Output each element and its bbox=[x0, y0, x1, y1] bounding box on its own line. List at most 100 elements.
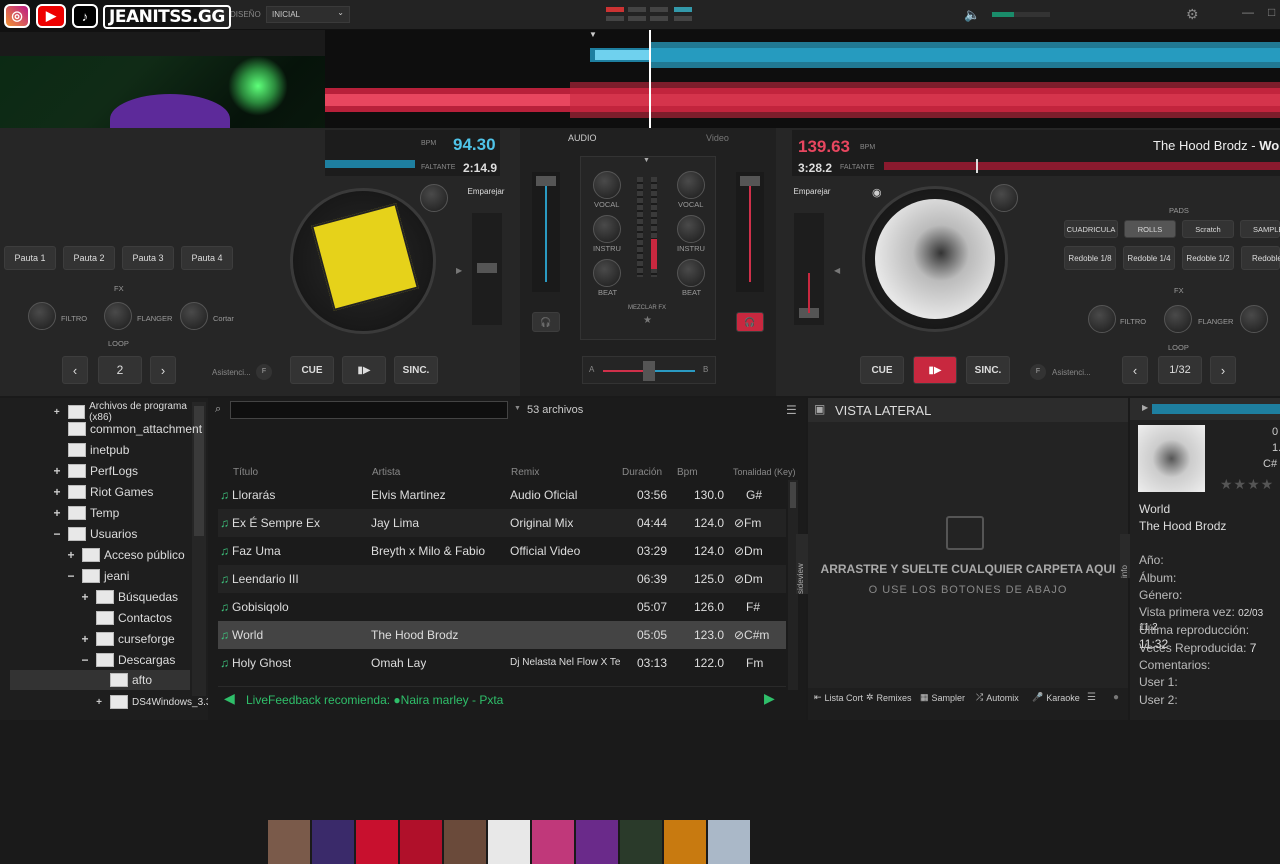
pad-mode-rolls[interactable]: ROLLS bbox=[1124, 220, 1176, 238]
col-title[interactable]: Título bbox=[233, 467, 258, 478]
tree-scrollbar[interactable] bbox=[192, 402, 206, 696]
pad-2[interactable]: Pauta 2 bbox=[63, 246, 115, 270]
tree-item[interactable]: common_attachment bbox=[52, 422, 202, 436]
album-thumbnail[interactable] bbox=[532, 820, 574, 864]
maximize-icon[interactable]: □ bbox=[1268, 5, 1275, 19]
tree-item[interactable]: inetpub bbox=[52, 443, 129, 457]
loop-prev-button[interactable]: ‹ bbox=[1122, 356, 1148, 384]
headphone-right-button[interactable]: 🎧 bbox=[736, 312, 764, 332]
table-row[interactable]: ♫ Holy Ghost Omah Lay Dj Nelasta Nel Flow X… bbox=[218, 649, 786, 677]
col-artist[interactable]: Artista bbox=[372, 467, 400, 478]
rating-stars[interactable]: ★★★★ bbox=[1220, 476, 1274, 493]
album-thumbnail[interactable] bbox=[268, 820, 310, 864]
next-arrow-icon[interactable]: ▶ bbox=[764, 690, 775, 707]
col-key[interactable]: Tonalidad (Key) bbox=[733, 467, 796, 477]
eq-beat-right-knob[interactable] bbox=[677, 259, 705, 287]
match-button[interactable]: Emparejar bbox=[466, 184, 506, 198]
table-row[interactable]: ♫ Leendario III 06:39 125.0 ⊘Dm bbox=[218, 565, 786, 593]
album-thumbnail[interactable] bbox=[400, 820, 442, 864]
album-thumbnail[interactable] bbox=[576, 820, 618, 864]
eq-beat-left-knob[interactable] bbox=[593, 259, 621, 287]
waveform-overview[interactable]: ▼ bbox=[325, 30, 1280, 128]
tab-video[interactable]: Video bbox=[706, 133, 729, 143]
karaoke-button[interactable]: 🎤 Karaoke bbox=[1032, 692, 1080, 703]
pad-4[interactable]: Pauta 4 bbox=[181, 246, 233, 270]
minimize-icon[interactable]: — bbox=[1242, 5, 1254, 19]
tree-item[interactable]: + Archivos de programa (x86) bbox=[52, 401, 208, 423]
table-row[interactable]: ♫ Faz Uma Breyth x Milo & Fabio Official Vi… bbox=[218, 537, 786, 565]
tree-item[interactable]: + PerfLogs bbox=[52, 464, 138, 478]
deck-left-settings-knob[interactable] bbox=[420, 184, 448, 212]
pitch-slider[interactable] bbox=[472, 213, 502, 325]
pad-1[interactable]: Redoble 1/8 bbox=[1064, 246, 1116, 270]
cue-button-right[interactable]: CUE bbox=[860, 356, 904, 384]
cue-button-left[interactable]: CUE bbox=[290, 356, 334, 384]
shortlist-button[interactable]: ⇤ Lista Cort bbox=[814, 692, 863, 703]
pad-1[interactable]: Pauta 1 bbox=[4, 246, 56, 270]
tree-item[interactable]: + Riot Games bbox=[52, 485, 153, 499]
tree-item[interactable]: − Descargas bbox=[80, 653, 175, 667]
album-thumbnail[interactable] bbox=[488, 820, 530, 864]
pad-mode-grid[interactable]: CUADRICULA bbox=[1064, 220, 1118, 238]
tree-item[interactable]: + Búsquedas bbox=[80, 590, 178, 604]
eq-instru-left-knob[interactable] bbox=[593, 215, 621, 243]
loop-next-button[interactable]: › bbox=[1210, 356, 1236, 384]
master-volume-slider[interactable] bbox=[992, 12, 1050, 17]
sync-button-right[interactable]: SINC. bbox=[966, 356, 1010, 384]
eq-instru-right-knob[interactable] bbox=[677, 215, 705, 243]
loop-size[interactable]: 1/32 bbox=[1158, 356, 1202, 384]
gear-icon[interactable]: ⚙ bbox=[1186, 6, 1199, 23]
loop-prev-button[interactable]: ‹ bbox=[62, 356, 88, 384]
tree-item[interactable]: + Temp bbox=[52, 506, 119, 520]
table-row[interactable]: ♫ Llorarás Elvis Martinez Audio Oficial 03:5… bbox=[218, 481, 786, 509]
fx-knob-cut[interactable] bbox=[180, 302, 208, 330]
channel-left-fader[interactable] bbox=[532, 172, 560, 292]
tree-item[interactable]: + Acceso público bbox=[66, 548, 185, 562]
pad-2[interactable]: Redoble 1/4 bbox=[1123, 246, 1175, 270]
tree-item[interactable]: − jeani bbox=[66, 569, 129, 583]
play-button-left[interactable]: ▮▶ bbox=[342, 356, 386, 384]
album-thumbnail[interactable] bbox=[620, 820, 662, 864]
album-thumbnail[interactable] bbox=[356, 820, 398, 864]
search-input[interactable] bbox=[230, 401, 508, 419]
tree-item[interactable]: + curseforge bbox=[80, 632, 175, 646]
dot-icon[interactable]: ● bbox=[1113, 692, 1119, 703]
eq-vocal-right-knob[interactable] bbox=[677, 171, 705, 199]
headphone-left-button[interactable]: 🎧 bbox=[532, 312, 560, 332]
pad-3[interactable]: Pauta 3 bbox=[122, 246, 174, 270]
loop-size[interactable]: 2 bbox=[98, 356, 142, 384]
crossfader[interactable]: A B bbox=[582, 356, 716, 384]
list-view-icon[interactable]: ☰ bbox=[786, 403, 797, 417]
pad-mode-sampler[interactable]: SAMPLE bbox=[1240, 220, 1280, 238]
layout-toggle-icons[interactable] bbox=[606, 7, 696, 23]
fx-knob-flanger[interactable] bbox=[1164, 305, 1192, 333]
pad-4[interactable]: Redoble bbox=[1241, 246, 1280, 270]
assist-toggle[interactable]: F bbox=[256, 364, 272, 380]
play-button-right[interactable]: ▮▶ bbox=[913, 356, 957, 384]
dropdown-icon[interactable]: ▼ bbox=[514, 405, 521, 412]
table-row[interactable]: ♫ Gobisiqolo 05:07 126.0 F# bbox=[218, 593, 786, 621]
fx-knob-flanger[interactable] bbox=[104, 302, 132, 330]
automix-button[interactable]: ⤮ Automix bbox=[976, 692, 1019, 703]
tree-item[interactable]: + DS4Windows_3.3 bbox=[94, 695, 211, 709]
tab-audio[interactable]: AUDIO bbox=[568, 133, 597, 143]
album-thumbnail[interactable] bbox=[708, 820, 750, 864]
fx-knob-third[interactable] bbox=[1240, 305, 1268, 333]
star-icon[interactable]: ★ bbox=[643, 315, 652, 326]
col-bpm[interactable]: Bpm bbox=[677, 467, 698, 478]
channel-right-fader[interactable] bbox=[736, 172, 764, 292]
pad-3[interactable]: Redoble 1/2 bbox=[1182, 246, 1234, 270]
sync-button-left[interactable]: SINC. bbox=[394, 356, 438, 384]
deck-right-settings-knob[interactable] bbox=[990, 184, 1018, 212]
remixes-button[interactable]: ✲ Remixes bbox=[866, 692, 912, 703]
match-button[interactable]: Emparejar bbox=[790, 184, 834, 198]
table-row[interactable]: ♫ Ex É Sempre Ex Jay Lima Original Mix 04:44… bbox=[218, 509, 786, 537]
fx-knob-filter[interactable] bbox=[28, 302, 56, 330]
volume-icon[interactable]: 🔈 bbox=[964, 7, 980, 23]
layout-select[interactable]: INICIAL ⌄ bbox=[266, 6, 350, 23]
prev-arrow-icon[interactable]: ◀ bbox=[224, 690, 235, 707]
jog-wheel-right[interactable] bbox=[862, 186, 1008, 332]
jog-wheel-left[interactable] bbox=[290, 188, 436, 334]
sampler-button[interactable]: ▦ Sampler bbox=[920, 692, 965, 703]
menu-icon[interactable]: ☰ bbox=[1087, 692, 1096, 703]
